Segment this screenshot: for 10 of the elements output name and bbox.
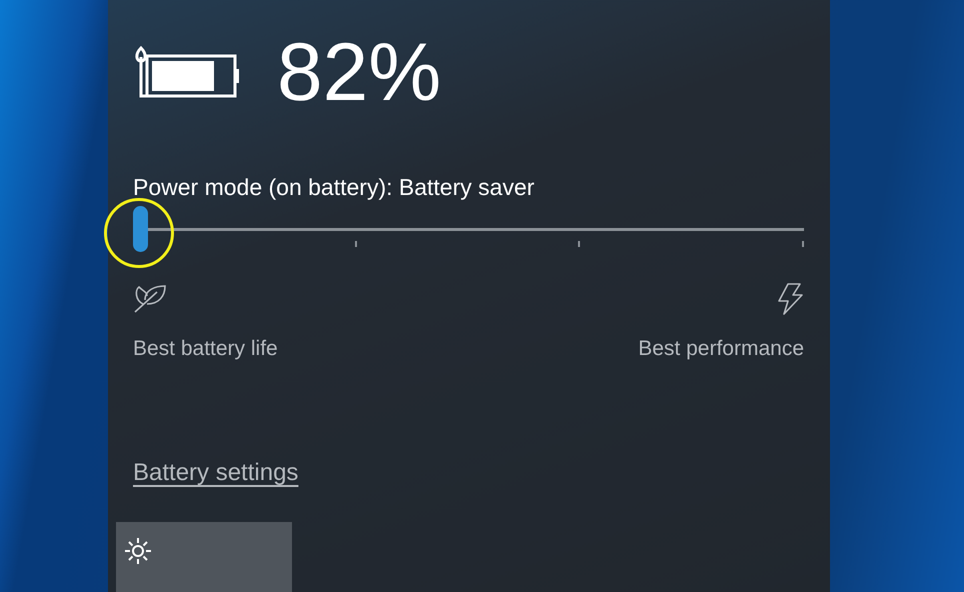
battery-percent: 82% [277,30,442,116]
lightning-icon [776,282,804,316]
leaf-icon [133,282,167,314]
slider-max-label: Best performance [638,336,804,362]
quick-action-tile[interactable] [116,522,292,592]
battery-settings-link[interactable]: Battery settings [133,458,298,488]
power-mode-label: Power mode (on battery): Battery saver [133,173,536,202]
slider-thumb[interactable] [133,206,148,252]
brightness-icon [123,536,153,566]
slider-min-label: Best battery life [133,336,278,362]
